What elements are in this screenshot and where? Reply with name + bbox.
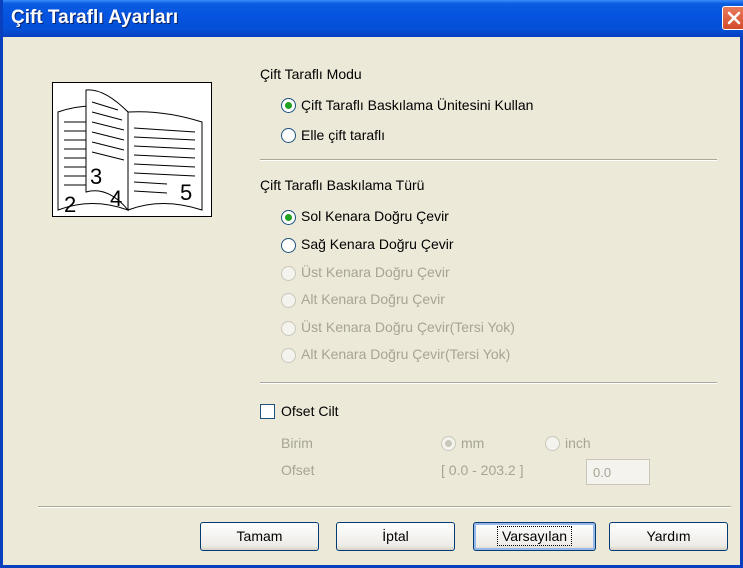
duplex-mode-heading: Çift Taraflı Modu (260, 66, 362, 82)
unit-label: Birim (281, 435, 313, 451)
radio-flip-top-no-reverse[interactable] (281, 321, 296, 336)
radio-flip-bottom-label[interactable]: Alt Kenara Doğru Çevir (301, 291, 445, 307)
radio-unit-mm[interactable] (441, 436, 456, 451)
title-bar[interactable]: Çift Taraflı Ayarları (3, 0, 743, 37)
radio-manual-duplex[interactable] (281, 128, 296, 143)
radio-flip-bottom-no-reverse-label[interactable]: Alt Kenara Doğru Çevir(Tersi Yok) (301, 346, 510, 362)
offset-input[interactable]: 0.0 (586, 459, 650, 485)
book-preview: 2 3 4 5 (52, 82, 212, 217)
ok-button[interactable]: Tamam (200, 522, 319, 551)
separator (260, 382, 717, 384)
radio-flip-bottom-no-reverse[interactable] (281, 348, 296, 363)
radio-unit-inch-label[interactable]: inch (565, 435, 591, 451)
radio-flip-bottom[interactable] (281, 293, 296, 308)
page-number: 2 (64, 192, 76, 217)
radio-flip-top-label[interactable]: Üst Kenara Doğru Çevir (301, 264, 450, 280)
radio-unit-mm-label[interactable]: mm (461, 435, 484, 451)
default-button[interactable]: Varsayılan (473, 522, 596, 551)
radio-use-duplex-unit-label[interactable]: Çift Taraflı Baskılama Ünitesini Kullan (301, 97, 533, 113)
offset-label: Ofset (281, 462, 315, 478)
separator (38, 506, 731, 508)
radio-flip-right-label[interactable]: Sağ Kenara Doğru Çevir (301, 236, 454, 252)
radio-manual-duplex-label[interactable]: Elle çift taraflı (301, 127, 385, 143)
radio-flip-right[interactable] (281, 238, 296, 253)
radio-flip-left-label[interactable]: Sol Kenara Doğru Çevir (301, 208, 449, 224)
dialog-window: Çift Taraflı Ayarları 2 3 4 5 Çift Taraf… (0, 0, 743, 568)
help-button[interactable]: Yardım (609, 522, 728, 551)
window-title: Çift Taraflı Ayarları (11, 7, 179, 28)
duplex-type-heading: Çift Taraflı Baskılama Türü (260, 177, 425, 193)
radio-flip-left[interactable] (281, 210, 296, 225)
radio-use-duplex-unit[interactable] (281, 98, 296, 113)
page-number: 5 (180, 180, 192, 205)
separator (260, 159, 717, 161)
offset-range: [ 0.0 - 203.2 ] (441, 462, 524, 478)
binding-offset-label[interactable]: Ofset Cilt (281, 403, 339, 419)
close-button[interactable] (722, 6, 743, 30)
radio-unit-inch[interactable] (545, 436, 560, 451)
radio-flip-top[interactable] (281, 266, 296, 281)
close-icon (727, 11, 741, 25)
cancel-button[interactable]: İptal (336, 522, 455, 551)
radio-flip-top-no-reverse-label[interactable]: Üst Kenara Doğru Çevir(Tersi Yok) (301, 319, 515, 335)
page-number: 4 (110, 186, 122, 211)
page-number: 3 (90, 164, 102, 189)
book-preview-icon: 2 3 4 5 (52, 82, 212, 217)
binding-offset-checkbox[interactable] (260, 404, 275, 419)
